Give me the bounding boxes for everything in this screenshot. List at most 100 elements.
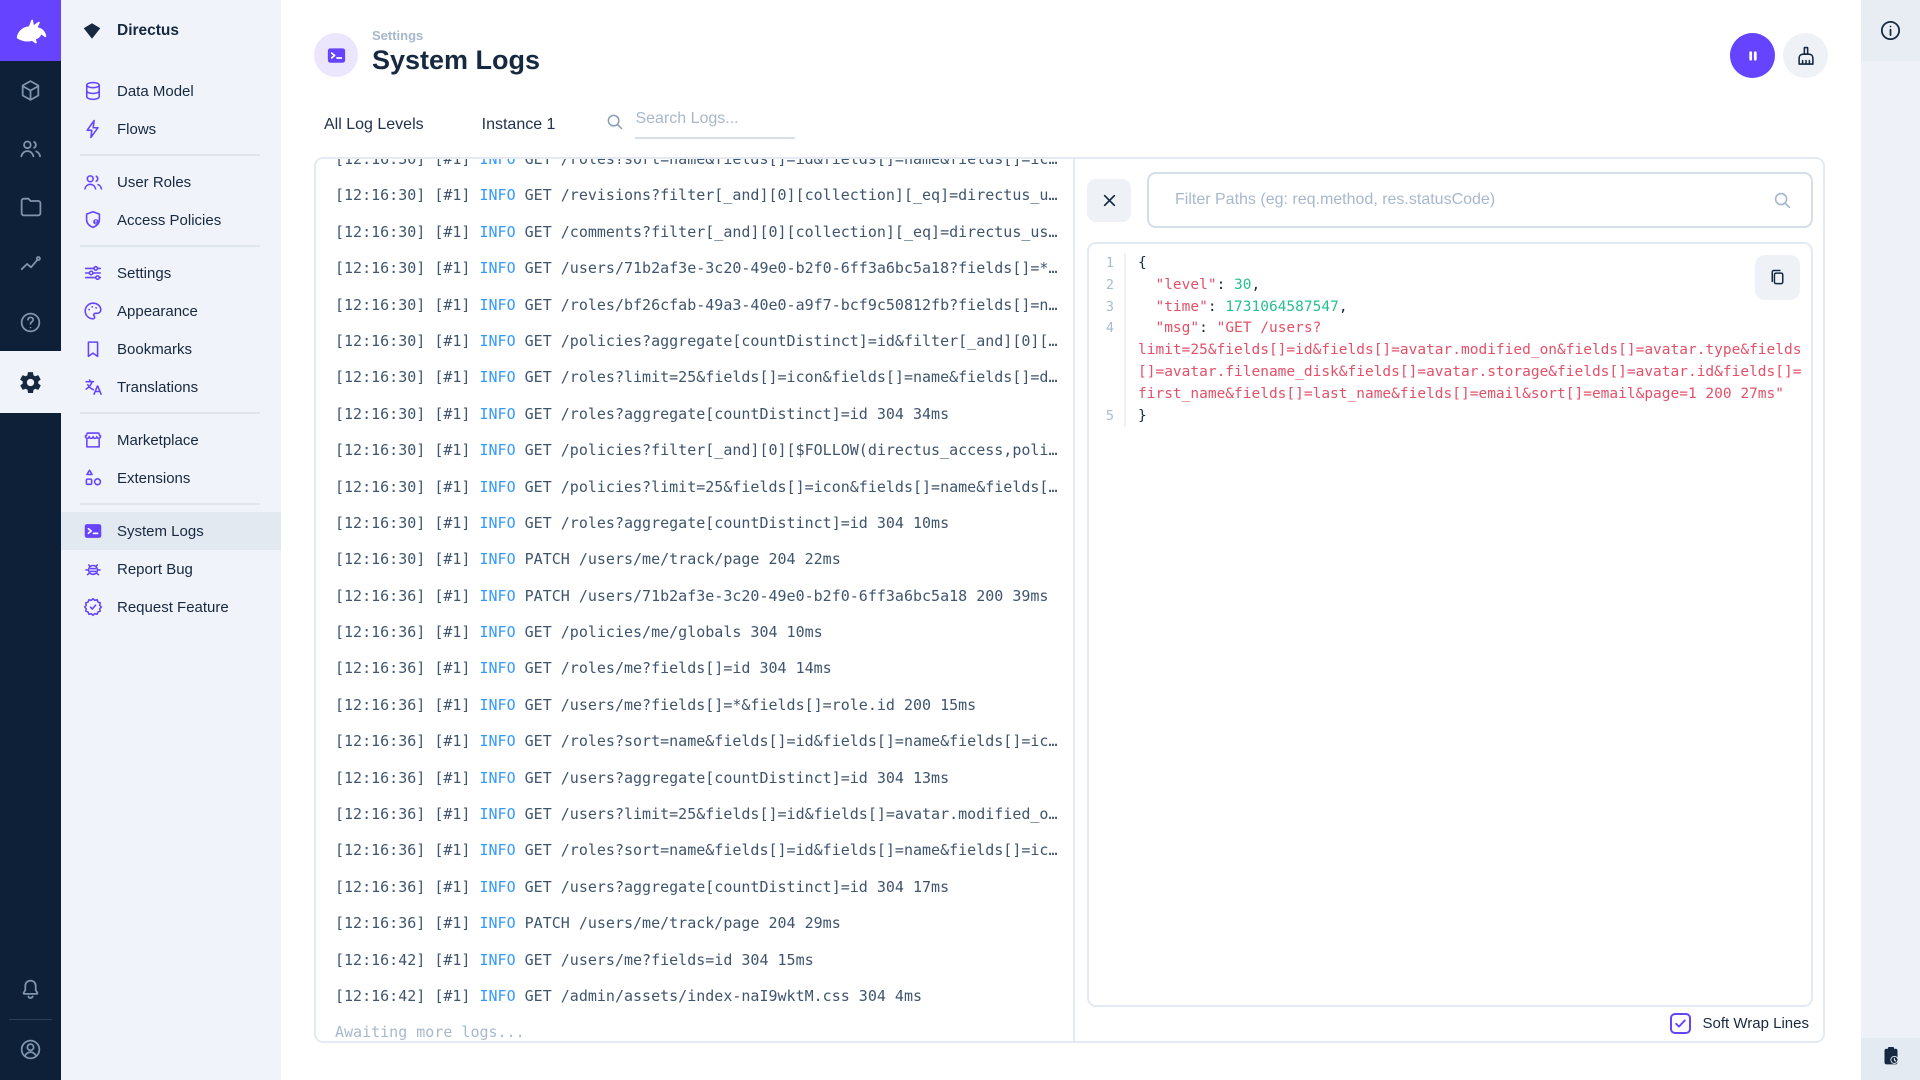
instance-filter[interactable]: Instance 1 (473, 116, 565, 134)
log-row[interactable]: [12:16:30] [#1] INFO GET /roles/bf26cfab… (335, 287, 1073, 323)
directus-logo[interactable] (0, 0, 61, 61)
files-module[interactable] (0, 177, 61, 235)
search-icon (604, 110, 625, 132)
shield-icon (82, 209, 104, 231)
people-icon (18, 136, 43, 161)
log-row[interactable]: [12:16:36] [#1] INFO GET /users?aggregat… (335, 760, 1073, 796)
log-row[interactable]: [12:16:36] [#1] INFO GET /roles/me?field… (335, 650, 1073, 686)
clear-logs-button[interactable] (1783, 33, 1828, 78)
sidebar-item-settings[interactable]: Settings (61, 254, 281, 292)
log-row[interactable]: [12:16:30] [#1] INFO GET /policies?aggre… (335, 323, 1073, 359)
log-row[interactable]: [12:16:36] [#1] INFO PATCH /users/71b2af… (335, 578, 1073, 614)
log-search-input[interactable] (635, 110, 796, 139)
folder-icon (18, 194, 43, 219)
log-row[interactable]: [12:16:30] [#1] INFO GET /policies?filte… (335, 432, 1073, 468)
close-detail-button[interactable] (1087, 179, 1131, 222)
sidebar-item-report-bug[interactable]: Report Bug (61, 550, 281, 588)
settings-module[interactable] (0, 351, 61, 413)
terminal-icon (325, 44, 348, 67)
sidebar-divider (80, 154, 260, 156)
terminal-icon (82, 520, 104, 542)
settings-sidebar: Directus Data Model Flows User Roles Access… (61, 0, 281, 1080)
code-lines: 1{2 "level": 30, 3 "time": 1731064587547,… (1089, 253, 1811, 428)
sidebar-item-translations[interactable]: Translations (61, 368, 281, 406)
users-module[interactable] (0, 119, 61, 177)
info-sidebar-toggle[interactable] (1861, 0, 1920, 61)
sidebar-item-access-policies[interactable]: Access Policies (61, 201, 281, 239)
sidebar-item-label: Appearance (117, 302, 198, 320)
user-menu-button[interactable] (0, 1020, 61, 1079)
broom-icon (1795, 45, 1817, 67)
soft-wrap-checkbox[interactable] (1669, 1012, 1691, 1034)
log-row[interactable]: [12:16:42] [#1] INFO GET /admin/assets/i… (335, 978, 1073, 1014)
log-row[interactable]: [12:16:36] [#1] INFO GET /roles?sort=nam… (335, 832, 1073, 868)
sidebar-item-label: Settings (117, 264, 172, 282)
code-line: 4 "msg": "GET /users? limit=25&fields[]=… (1089, 318, 1811, 406)
module-bar-bottom (0, 960, 61, 1079)
sidebar-item-label: Request Feature (117, 598, 229, 616)
log-row[interactable]: [12:16:30] [#1] INFO GET /comments?filte… (335, 214, 1073, 250)
project-header[interactable]: Directus (61, 0, 281, 61)
log-row[interactable]: [12:16:30] [#1] INFO GET /roles?limit=25… (335, 359, 1073, 395)
log-row[interactable]: [12:16:30] [#1] INFO PATCH /users/me/tra… (335, 541, 1073, 577)
breadcrumb[interactable]: Settings (372, 27, 540, 44)
sidebar-item-label: Translations (117, 378, 199, 396)
log-row[interactable]: [12:16:30] [#1] INFO GET /policies?limit… (335, 469, 1073, 505)
log-row[interactable]: [12:16:36] [#1] INFO GET /users?limit=25… (335, 796, 1073, 832)
log-row[interactable]: [12:16:36] [#1] INFO GET /users?aggregat… (335, 869, 1073, 905)
insights-module[interactable] (0, 235, 61, 293)
bolt-icon (82, 118, 104, 140)
log-row[interactable]: [12:16:36] [#1] INFO GET /policies/me/gl… (335, 614, 1073, 650)
activity-log-button[interactable] (1861, 1038, 1920, 1080)
sidebar-item-user-roles[interactable]: User Roles (61, 163, 281, 201)
sidebar-item-marketplace[interactable]: Marketplace (61, 421, 281, 459)
palette-icon (82, 300, 104, 322)
sidebar-item-label: Bookmarks (117, 340, 193, 358)
pause-icon (1742, 45, 1764, 67)
log-level-filter[interactable]: All Log Levels (315, 116, 433, 134)
awaiting-logs-text: Awaiting more logs... (335, 1023, 525, 1041)
storefront-icon (82, 429, 104, 451)
log-row[interactable]: [12:16:36] [#1] INFO PATCH /users/me/tra… (335, 905, 1073, 941)
copy-json-button[interactable] (1755, 255, 1800, 300)
log-stream-pane[interactable]: [12:16:30] [#1] INFO GET /roles?sort=nam… (316, 159, 1073, 1041)
sidebar-item-bookmarks[interactable]: Bookmarks (61, 330, 281, 368)
log-row[interactable]: [12:16:36] [#1] INFO GET /users/me?field… (335, 687, 1073, 723)
sidebar-item-system-logs[interactable]: System Logs (61, 512, 281, 550)
page-header: Settings System Logs (314, 27, 540, 77)
log-row[interactable]: [12:16:30] [#1] INFO GET /revisions?filt… (335, 177, 1073, 213)
sidebar-item-extensions[interactable]: Extensions (61, 459, 281, 497)
sidebar-divider (80, 503, 260, 505)
content-module[interactable] (0, 61, 61, 119)
header-actions (1730, 33, 1828, 78)
pause-logs-button[interactable] (1730, 33, 1775, 78)
log-row[interactable]: [12:16:30] [#1] INFO GET /users/71b2af3e… (335, 250, 1073, 286)
rabbit-logo-icon (12, 12, 50, 50)
bookmark-icon (82, 338, 104, 360)
filter-paths-input[interactable] (1147, 172, 1813, 228)
tune-icon (82, 262, 104, 284)
log-row[interactable]: [12:16:42] [#1] INFO GET /users/me?field… (335, 942, 1073, 978)
info-icon (1878, 18, 1903, 43)
notifications-button[interactable] (0, 960, 61, 1019)
sidebar-item-label: Extensions (117, 469, 191, 487)
docs-module[interactable] (0, 293, 61, 351)
search-icon (1771, 189, 1793, 211)
insights-icon (18, 252, 43, 277)
log-row[interactable]: [12:16:30] [#1] INFO GET /roles?aggregat… (335, 505, 1073, 541)
log-row[interactable]: [12:16:30] [#1] INFO GET /roles?aggregat… (335, 396, 1073, 432)
sidebar-item-request-feature[interactable]: Request Feature (61, 588, 281, 626)
copy-icon (1767, 267, 1788, 288)
sidebar-item-label: User Roles (117, 173, 192, 191)
sidebar-item-flows[interactable]: Flows (61, 110, 281, 148)
code-line: 1{ (1089, 253, 1811, 275)
main-content: Settings System Logs All Log Levels Inst… (281, 0, 1861, 1080)
instance-filter-label: Instance 1 (481, 115, 556, 133)
log-row[interactable]: [12:16:36] [#1] INFO GET /roles?sort=nam… (335, 723, 1073, 759)
sidebar-item-label: Data Model (117, 82, 194, 100)
page-icon-badge (314, 33, 358, 77)
logs-card: [12:16:30] [#1] INFO GET /roles?sort=nam… (314, 157, 1825, 1043)
sidebar-item-data-model[interactable]: Data Model (61, 72, 281, 110)
log-row[interactable]: [12:16:30] [#1] INFO GET /roles?sort=nam… (335, 159, 1073, 177)
sidebar-item-appearance[interactable]: Appearance (61, 292, 281, 330)
